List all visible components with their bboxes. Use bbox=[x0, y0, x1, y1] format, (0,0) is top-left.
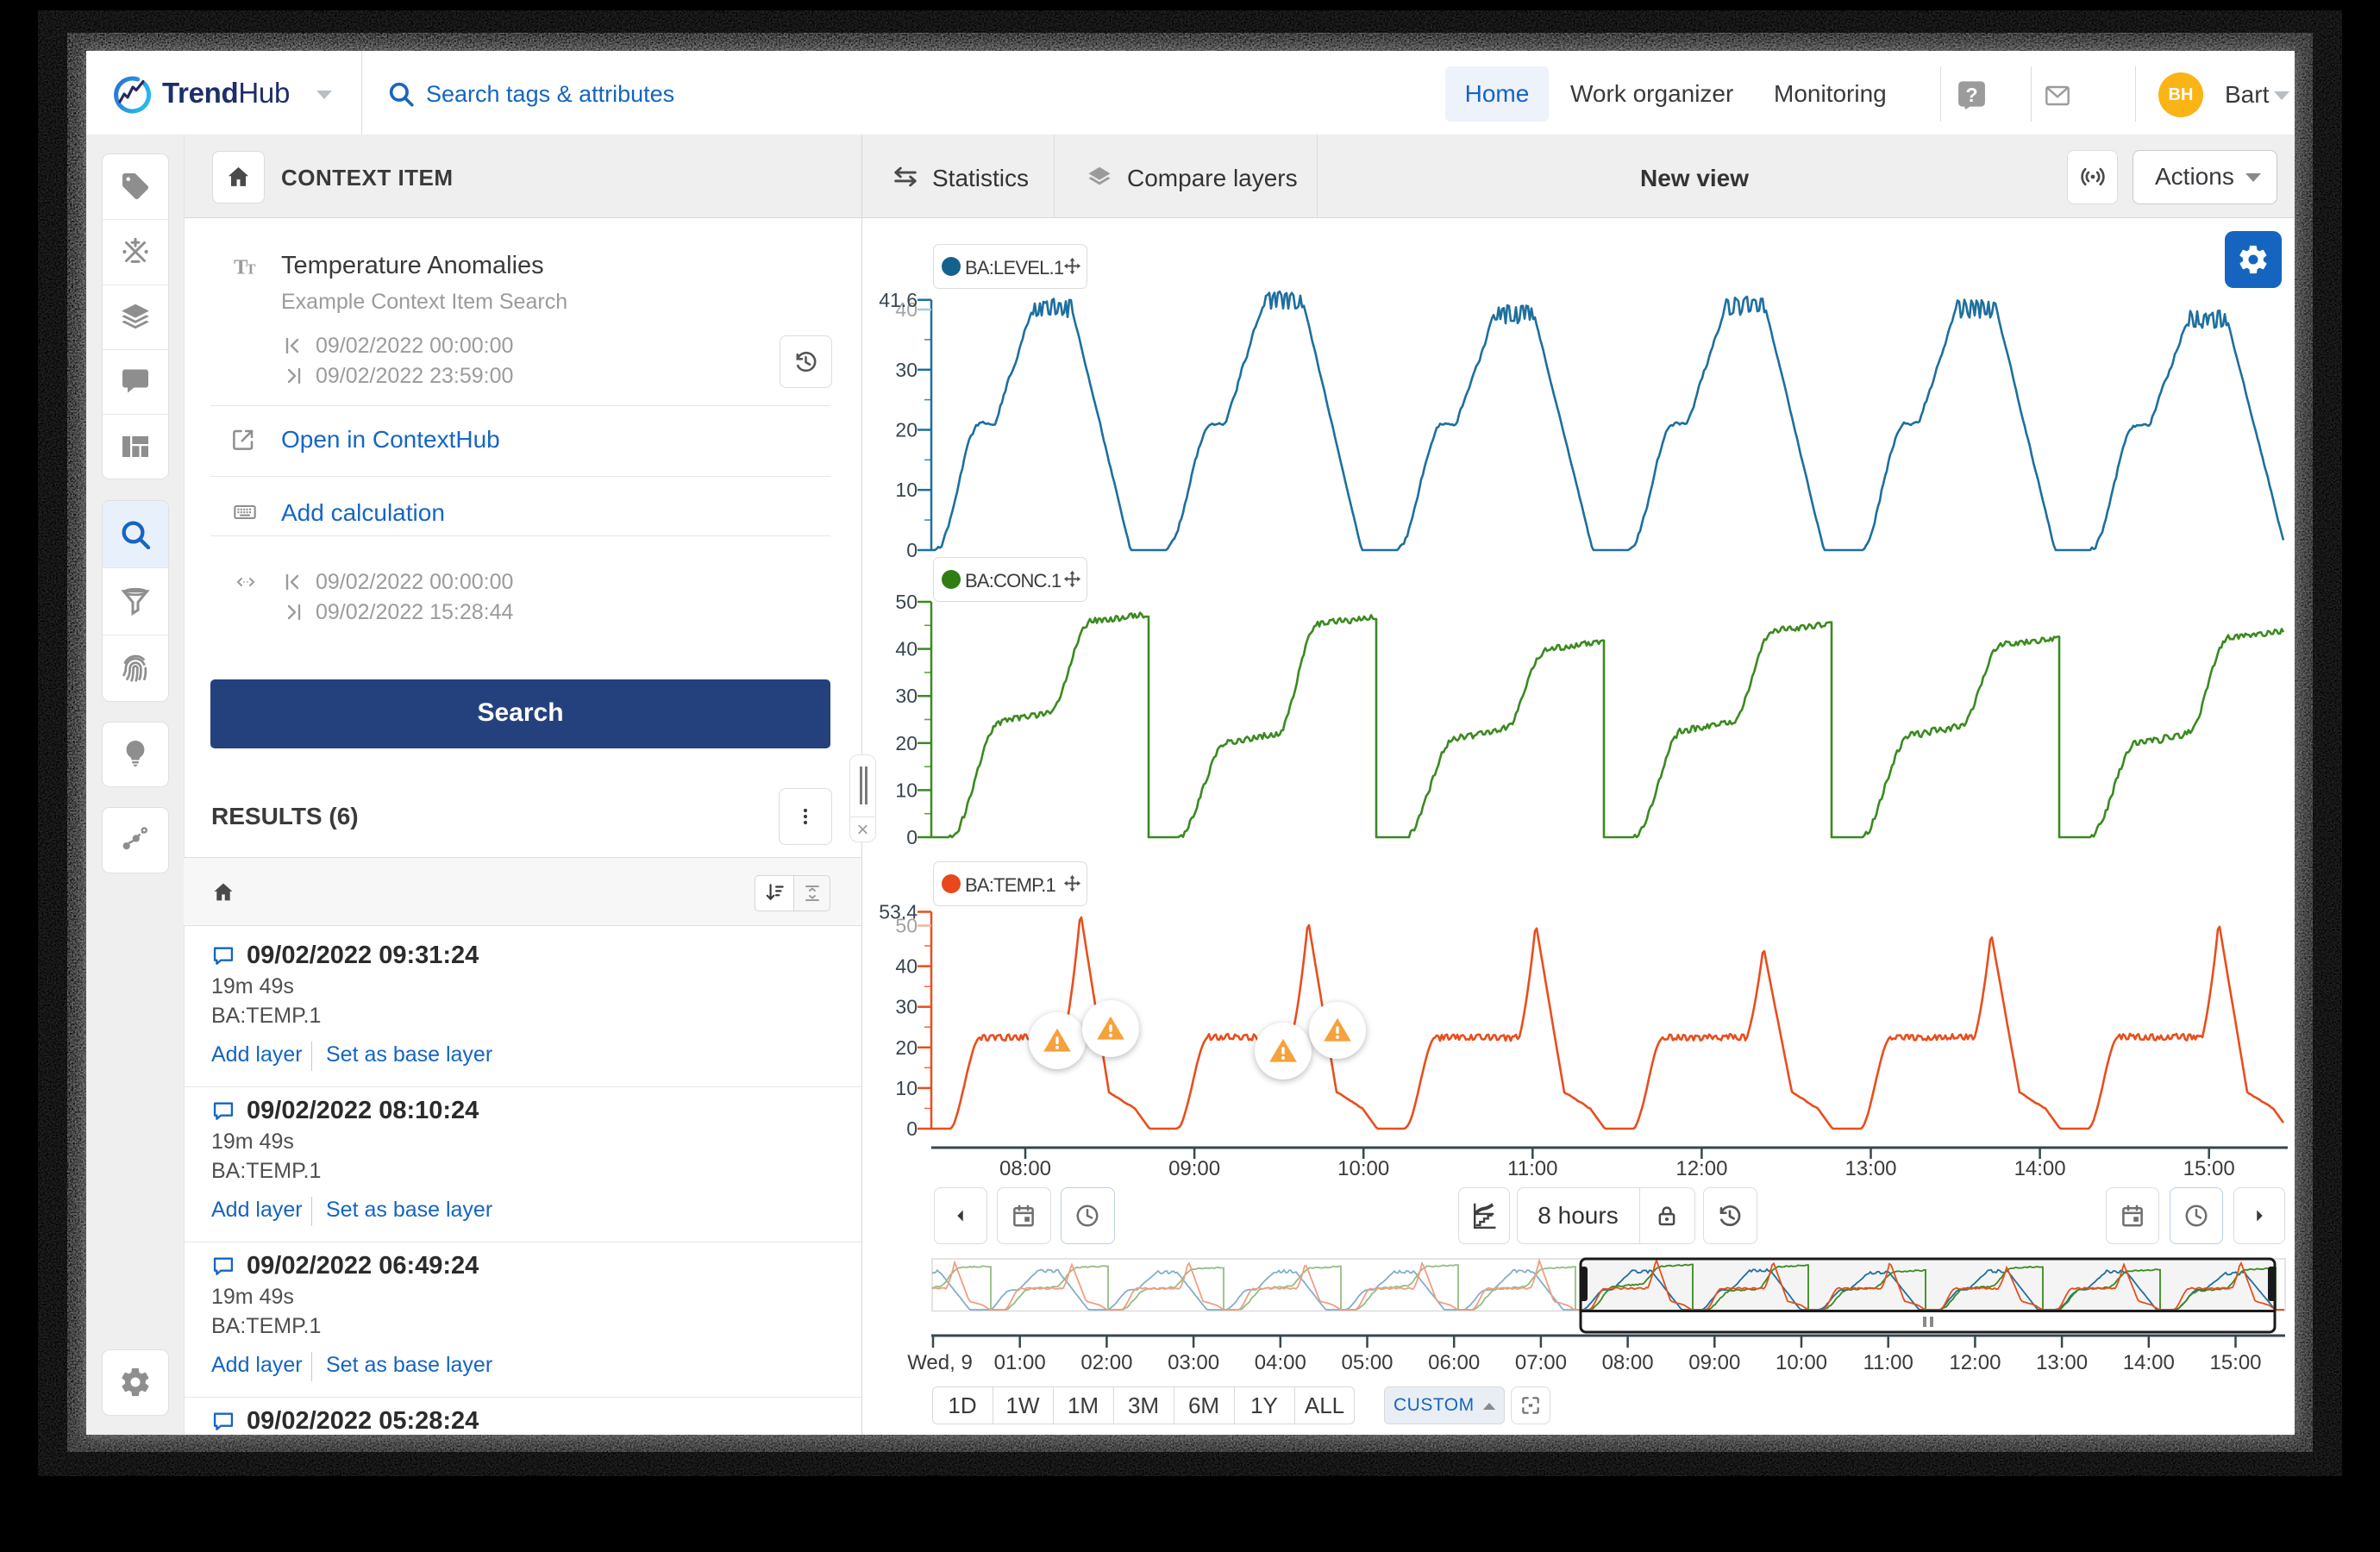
svg-text:10: 10 bbox=[895, 779, 918, 801]
svg-text:13:00: 13:00 bbox=[2036, 1351, 2088, 1374]
svg-text:53.4: 53.4 bbox=[879, 901, 918, 923]
svg-text:14:00: 14:00 bbox=[2014, 1157, 2066, 1180]
svg-text:11:00: 11:00 bbox=[1863, 1351, 1913, 1374]
svg-text:06:00: 06:00 bbox=[1428, 1351, 1480, 1374]
svg-text:12:00: 12:00 bbox=[1949, 1351, 2001, 1374]
svg-text:41.6: 41.6 bbox=[879, 289, 918, 311]
svg-text:30: 30 bbox=[895, 685, 918, 707]
svg-text:40: 40 bbox=[895, 955, 918, 978]
svg-text:09:00: 09:00 bbox=[1168, 1157, 1220, 1180]
svg-text:Wed, 9: Wed, 9 bbox=[907, 1351, 973, 1374]
svg-text:13:00: 13:00 bbox=[1845, 1157, 1896, 1180]
svg-text:50: 50 bbox=[895, 591, 918, 613]
svg-text:11:00: 11:00 bbox=[1507, 1157, 1557, 1180]
svg-text:04:00: 04:00 bbox=[1255, 1351, 1306, 1374]
svg-text:15:00: 15:00 bbox=[2183, 1157, 2235, 1180]
svg-text:09:00: 09:00 bbox=[1688, 1351, 1740, 1374]
svg-text:10:00: 10:00 bbox=[1776, 1351, 1827, 1374]
svg-text:01:00: 01:00 bbox=[994, 1351, 1046, 1374]
svg-text:0: 0 bbox=[906, 1117, 918, 1140]
svg-text:10: 10 bbox=[895, 479, 918, 501]
svg-text:0: 0 bbox=[906, 539, 918, 561]
svg-text:10: 10 bbox=[895, 1077, 918, 1099]
svg-text:05:00: 05:00 bbox=[1341, 1351, 1393, 1374]
svg-text:0: 0 bbox=[906, 826, 918, 848]
svg-text:08:00: 08:00 bbox=[1602, 1351, 1654, 1374]
svg-text:40: 40 bbox=[895, 638, 918, 660]
svg-text:14:00: 14:00 bbox=[2123, 1351, 2175, 1374]
svg-text:02:00: 02:00 bbox=[1080, 1351, 1132, 1374]
svg-text:10:00: 10:00 bbox=[1337, 1157, 1389, 1180]
svg-text:30: 30 bbox=[895, 996, 918, 1018]
svg-text:03:00: 03:00 bbox=[1168, 1351, 1219, 1374]
svg-text:07:00: 07:00 bbox=[1515, 1351, 1567, 1374]
svg-text:20: 20 bbox=[895, 732, 918, 754]
svg-text:30: 30 bbox=[895, 359, 918, 381]
svg-text:20: 20 bbox=[895, 419, 918, 441]
svg-text:15:00: 15:00 bbox=[2209, 1351, 2261, 1374]
svg-text:08:00: 08:00 bbox=[999, 1157, 1051, 1180]
svg-text:12:00: 12:00 bbox=[1675, 1157, 1727, 1180]
svg-text:20: 20 bbox=[895, 1036, 918, 1059]
